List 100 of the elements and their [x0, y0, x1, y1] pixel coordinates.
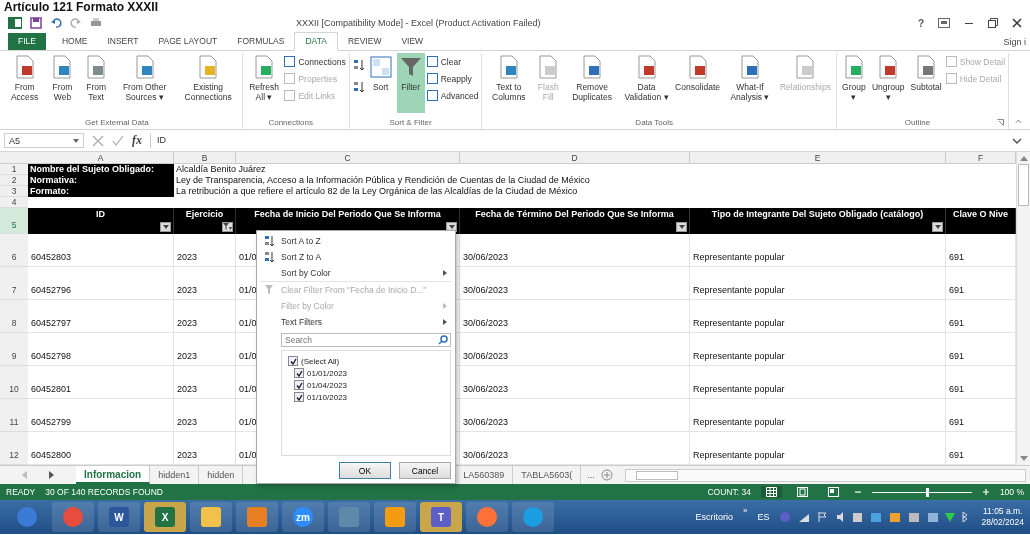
collapse-icon[interactable] [1015, 118, 1022, 124]
ribbon-options-icon[interactable] [938, 18, 950, 28]
taskbar-button[interactable]: W [98, 502, 140, 532]
ribbon-button[interactable]: Connections [284, 54, 346, 69]
zoom-level[interactable]: 100 % [999, 487, 1024, 497]
ribbon-tab[interactable]: INSERT [97, 33, 149, 50]
view-button[interactable] [760, 486, 782, 498]
zoom-in-icon[interactable] [981, 488, 990, 496]
checkbox[interactable] [288, 356, 298, 366]
row-number[interactable]: 6 [0, 234, 28, 267]
scroll-down-icon[interactable] [1019, 456, 1028, 462]
checkbox[interactable] [294, 380, 304, 390]
ribbon-button[interactable]: Text to Columns [485, 53, 533, 113]
ribbon-button[interactable]: Advanced [426, 88, 479, 103]
ribbon-tab[interactable]: PAGE LAYOUT [148, 33, 228, 50]
ribbon-button[interactable]: From Access [5, 53, 45, 113]
column-header[interactable]: A [28, 152, 174, 164]
formula-field[interactable]: ID [150, 133, 1004, 148]
add-sheet-icon[interactable] [600, 469, 613, 481]
row-number[interactable]: 3 [0, 186, 28, 197]
row-number[interactable]: 2 [0, 175, 28, 186]
undo-icon[interactable] [50, 17, 62, 29]
insert-function-button[interactable]: fx [132, 133, 142, 148]
checkmark-icon[interactable] [112, 134, 124, 147]
language-indicator[interactable]: ES [757, 512, 770, 522]
checkbox-item[interactable]: (Select All) [288, 355, 444, 367]
checkbox-item[interactable]: 01/04/2023 [294, 379, 444, 391]
taskbar-button[interactable]: X [144, 502, 186, 532]
row-number[interactable]: 10 [0, 366, 28, 399]
row-number[interactable]: 11 [0, 399, 28, 432]
dialog-button[interactable]: Cancel [399, 462, 451, 479]
menu-item[interactable]: Sort A to Z [259, 233, 451, 249]
column-header[interactable]: C [236, 152, 460, 164]
row-number[interactable]: 8 [0, 300, 28, 333]
row-number[interactable]: 7 [0, 267, 28, 300]
close-icon[interactable] [1012, 18, 1022, 28]
scroll-up-icon[interactable] [1019, 155, 1028, 161]
scrollbar-thumb[interactable] [1018, 164, 1029, 206]
next-sheet-icon[interactable] [49, 471, 55, 479]
checkbox[interactable] [294, 392, 304, 402]
ribbon-button[interactable]: What-If Analysis ▾ [723, 53, 776, 113]
filter-dropdown-button[interactable] [676, 222, 687, 232]
taskbar-button[interactable] [374, 502, 416, 532]
help-button[interactable]: ? [917, 17, 924, 29]
ribbon-button[interactable]: From Other Sources ▾ [113, 53, 176, 113]
dialog-button[interactable]: OK [339, 462, 391, 479]
row-number[interactable]: 1 [0, 164, 28, 175]
printer-icon[interactable] [90, 17, 102, 29]
restore-icon[interactable] [988, 18, 998, 28]
ribbon-button[interactable]: Refresh All ▾ [245, 53, 283, 113]
expand-icon[interactable] [1012, 136, 1022, 145]
ribbon-button[interactable]: From Text [80, 53, 112, 113]
ribbon-tab[interactable]: VIEW [391, 33, 434, 50]
ribbon-button[interactable]: Group ▾ [839, 53, 868, 113]
dialog-launcher-icon[interactable] [997, 119, 1005, 126]
redo-icon[interactable] [70, 17, 82, 29]
ribbon-button[interactable]: Filter [396, 53, 425, 113]
name-box[interactable]: A5 [4, 133, 84, 148]
column-header[interactable]: E [690, 152, 946, 164]
sheet-tab[interactable]: Informacion [76, 466, 151, 484]
ribbon-button[interactable]: Data Validation ▾ [621, 53, 672, 113]
cancel-icon[interactable] [92, 134, 104, 147]
ribbon-tab[interactable]: REVIEW [337, 33, 392, 50]
sign-in-link[interactable]: Sign i [999, 37, 1030, 50]
menu-item[interactable]: Text Filters [259, 314, 451, 330]
ribbon-button[interactable]: From Web [46, 53, 79, 113]
save-icon[interactable] [30, 17, 42, 29]
ribbon-button[interactable]: Sort [366, 53, 395, 113]
row-number[interactable]: 9 [0, 333, 28, 366]
row-number[interactable]: 4 [0, 197, 28, 208]
filter-dropdown-button[interactable] [160, 222, 171, 232]
clock[interactable]: 11:05 a.m. 28/02/2024 [981, 506, 1024, 528]
column-header[interactable]: F [946, 152, 1016, 164]
filter-applied-button[interactable] [222, 222, 233, 232]
toolbar-label[interactable]: Escritorio [695, 512, 733, 522]
checkbox-item[interactable]: 01/01/2023 [294, 367, 444, 379]
column-header[interactable]: D [460, 152, 690, 164]
ribbon-button[interactable]: Reapply [426, 71, 479, 86]
ribbon-tab[interactable]: DATA [294, 32, 338, 51]
ribbon-button[interactable]: Consolidate [673, 53, 722, 113]
ribbon-button[interactable]: Ungroup ▾ [869, 53, 907, 113]
ribbon-button[interactable]: Clear [426, 54, 479, 69]
toolbar-expand-button[interactable]: » [743, 506, 748, 515]
ribbon-button[interactable]: Remove Duplicates [564, 53, 620, 113]
ribbon-tab[interactable]: FORMULAS [227, 33, 295, 50]
menu-item[interactable]: Sort by Color [259, 265, 451, 281]
checkbox[interactable] [294, 368, 304, 378]
taskbar-button[interactable] [466, 502, 508, 532]
ribbon-button[interactable]: Existing Connections [177, 53, 239, 113]
search-field[interactable]: Search [281, 333, 451, 347]
more-sheets-button[interactable]: ... [581, 470, 601, 480]
row-number[interactable]: 5 [0, 208, 28, 234]
ribbon-tab[interactable]: HOME [51, 33, 98, 50]
menu-item[interactable]: Sort Z to A [259, 249, 451, 265]
horizontal-scrollbar[interactable] [624, 468, 1026, 482]
column-header[interactable]: B [174, 152, 236, 164]
filter-dropdown-button[interactable] [932, 222, 943, 232]
ribbon-button[interactable]: Subtotal [908, 53, 944, 113]
taskbar-button[interactable] [190, 502, 232, 532]
taskbar-button[interactable]: T [420, 502, 462, 532]
